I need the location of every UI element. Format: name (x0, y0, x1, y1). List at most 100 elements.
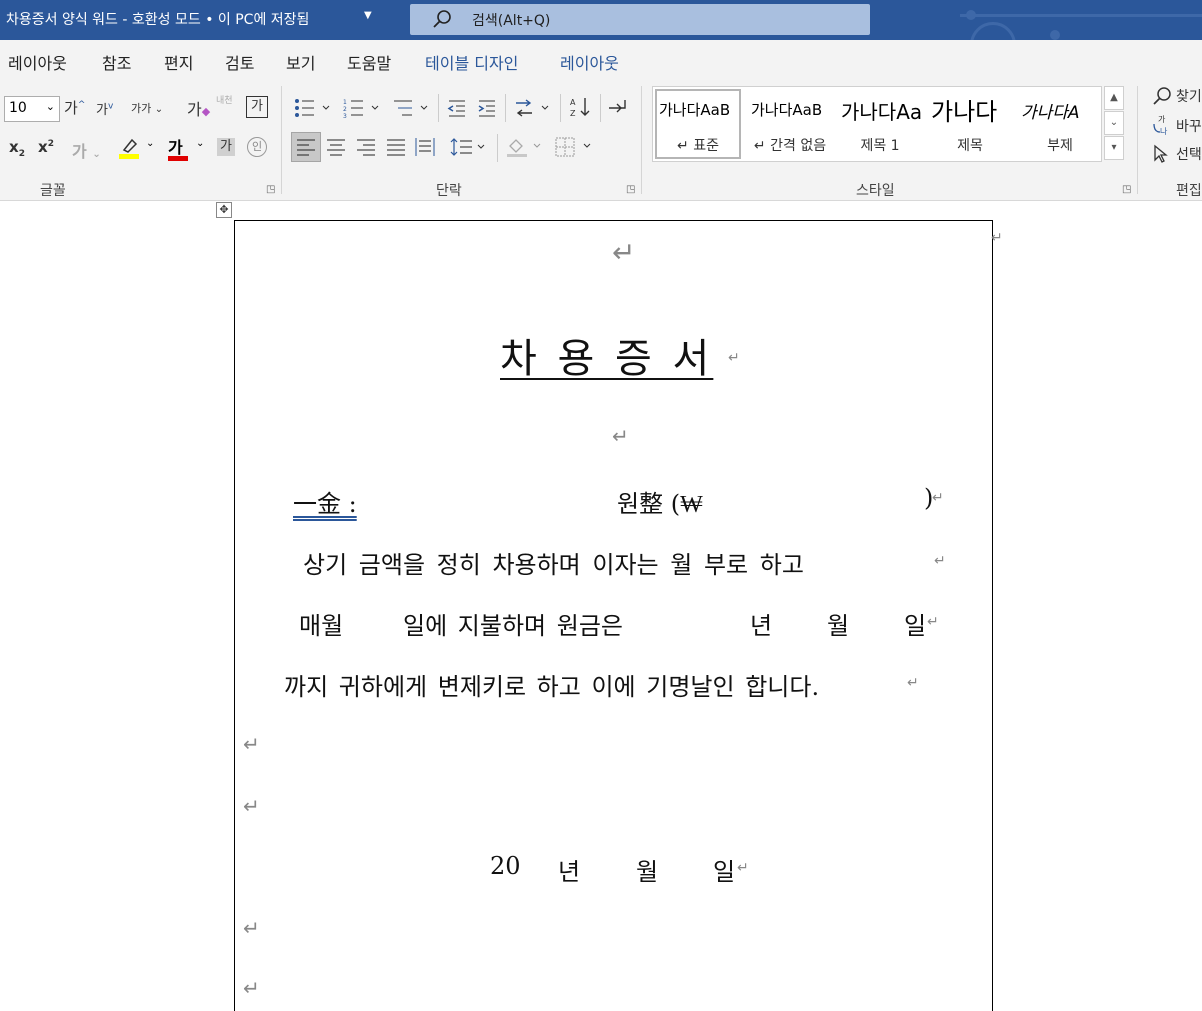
svg-text:가: 가 (1158, 115, 1166, 124)
replace-label[interactable]: 바꾸기 (1176, 116, 1202, 136)
paint-bucket-icon[interactable] (506, 136, 546, 158)
paragraph-mark-icon: ↵ (934, 553, 946, 569)
font-dialog-launcher-icon[interactable]: ◳ (266, 184, 275, 195)
style-no-spacing[interactable]: 가나다AaB ↵ 간격 없음 (745, 87, 835, 161)
search-box[interactable]: 검색(Alt+Q) (410, 4, 870, 35)
search-placeholder: 검색(Alt+Q) (472, 13, 551, 29)
tab-view[interactable]: 보기 (286, 50, 315, 74)
highlight-button[interactable]: ⌄ (118, 136, 154, 164)
separator (438, 94, 439, 122)
tab-help[interactable]: 도움말 (347, 50, 391, 74)
body-line-2-day: 일 (904, 612, 927, 640)
body-line-2-monthly: 매월 (299, 612, 344, 640)
bullets-icon[interactable] (294, 98, 334, 118)
paragraph-dialog-launcher-icon[interactable]: ◳ (626, 184, 635, 195)
select-label[interactable]: 선택 (1176, 144, 1202, 164)
style-subtitle[interactable]: 가나다A 부제 (1015, 87, 1105, 161)
select-icon[interactable] (1152, 144, 1170, 164)
numbering-icon[interactable]: 123 (343, 98, 383, 118)
highlighter-icon (119, 138, 139, 159)
clear-formatting-button[interactable]: 가◆ (187, 96, 210, 120)
style-normal[interactable]: 가나다AaB ↵ 표준 (653, 87, 743, 161)
find-icon[interactable] (1152, 86, 1172, 106)
tab-table-design[interactable]: 테이블 디자인 (425, 50, 518, 74)
enclose-characters-button[interactable]: 인 (247, 137, 267, 157)
align-right-icon[interactable] (356, 138, 376, 156)
menu-bar: 레이아웃 참조 편지 검토 보기 도움말 테이블 디자인 레이아웃 (0, 40, 1202, 80)
ribbon: 10 ⌄ 가^ 가v 가가 ⌄ 가◆ 내천 가 x2 x2 가 ⌄ ⌄ 가 ⌄ 가… (0, 80, 1202, 201)
sort-icon[interactable]: AZ (570, 96, 592, 118)
paragraph-mark-icon: ↵ (243, 794, 260, 818)
justify-icon[interactable] (386, 138, 406, 156)
svg-text:1: 1 (343, 99, 347, 106)
tab-references[interactable]: 참조 (102, 50, 131, 74)
document-heading: 차 용 증 서 (500, 336, 714, 382)
text-effects-button[interactable]: 가 ⌄ (72, 138, 101, 162)
title-dropdown-icon[interactable]: ▼ (364, 10, 372, 21)
date-month-label: 월 (636, 858, 659, 886)
group-separator (281, 86, 282, 194)
style-heading-1[interactable]: 가나다Aa 제목 1 (835, 87, 925, 161)
table-move-handle-icon[interactable]: ✥ (216, 202, 232, 218)
paragraph-mark-icon: ↵ (927, 614, 939, 630)
font-group-label: 글꼴 (40, 183, 66, 199)
increase-indent-icon[interactable] (477, 98, 497, 118)
body-line-2-payment: 일에 지불하며 원금은 (403, 612, 623, 640)
align-left-icon (297, 139, 315, 156)
find-label[interactable]: 찾기 (1176, 86, 1202, 106)
paragraph-mark-icon: ↵ (243, 976, 260, 1000)
body-line-2-month: 월 (827, 612, 850, 640)
font-size-select[interactable]: 10 ⌄ (4, 96, 60, 122)
group-separator (641, 86, 642, 194)
borders-icon[interactable] (554, 136, 594, 158)
font-color-button[interactable]: 가 ⌄ (168, 134, 204, 161)
gallery-scroll-up-icon[interactable]: ▲ (1104, 86, 1124, 110)
svg-text:2: 2 (343, 106, 347, 113)
date-day-label: 일 (713, 858, 736, 886)
align-center-icon[interactable] (326, 138, 346, 156)
change-case-button[interactable]: 가가 ⌄ (131, 100, 163, 116)
svg-text:A: A (570, 98, 576, 107)
shrink-font-button[interactable]: 가v (96, 99, 113, 118)
phonetic-guide-button[interactable]: 내천 (216, 96, 233, 106)
window-title: 차용증서 양식 워드 - 호환성 모드 • 이 PC에 저장됨 (6, 12, 310, 28)
amount-label: 一金 : (293, 490, 357, 518)
paragraph-group-label: 단락 (436, 183, 462, 199)
character-shading-button[interactable]: 가 (217, 138, 235, 156)
date-year-label: 년 (558, 858, 581, 886)
character-border-button[interactable]: 가 (246, 96, 268, 118)
replace-icon[interactable]: 가나 (1152, 114, 1172, 136)
gallery-scroll-down-icon[interactable]: ⌄ (1104, 111, 1124, 135)
chevron-down-icon: ⌄ (146, 138, 155, 149)
show-formatting-marks-icon[interactable] (607, 96, 629, 118)
tab-table-layout[interactable]: 레이아웃 (560, 50, 619, 74)
decrease-indent-icon[interactable] (447, 98, 467, 118)
tab-layout[interactable]: 레이아웃 (8, 50, 67, 74)
amount-won: 원整 (₩ (617, 490, 703, 518)
styles-group-label: 스타일 (856, 183, 895, 199)
subscript-button[interactable]: x2 (9, 138, 25, 159)
chevron-down-icon: ⌄ (45, 100, 55, 113)
text-direction-icon[interactable] (514, 98, 554, 118)
multilevel-list-icon[interactable] (392, 98, 432, 118)
grow-font-button[interactable]: 가^ (64, 97, 85, 118)
end-of-row-mark-icon: ↵ (991, 230, 1003, 246)
tab-mailings[interactable]: 편지 (164, 50, 193, 74)
styles-gallery: 가나다AaB ↵ 표준 가나다AaB ↵ 간격 없음 가나다Aa 제목 1 가나… (652, 86, 1102, 162)
title-bar: 차용증서 양식 워드 - 호환성 모드 • 이 PC에 저장됨 ▼ 검색(Alt… (0, 0, 1202, 40)
tab-review[interactable]: 검토 (225, 50, 254, 74)
style-title[interactable]: 가나다 제목 (925, 87, 1015, 161)
separator (560, 94, 561, 122)
distributed-icon[interactable] (415, 137, 435, 157)
paragraph-mark-icon: ↵ (737, 860, 749, 876)
title-bar-decoration (900, 0, 1202, 40)
chevron-down-icon: ⌄ (196, 138, 205, 149)
styles-dialog-launcher-icon[interactable]: ◳ (1122, 184, 1131, 195)
paragraph-mark-icon: ↵ (907, 675, 919, 691)
line-spacing-icon[interactable] (450, 137, 490, 157)
search-icon (433, 10, 451, 28)
superscript-button[interactable]: x2 (38, 138, 54, 156)
body-line-3: 까지 귀하에게 변제키로 하고 이에 기명날인 합니다. (284, 673, 820, 701)
font-size-value: 10 (9, 100, 27, 116)
gallery-more-icon[interactable]: ▾ (1104, 136, 1124, 160)
